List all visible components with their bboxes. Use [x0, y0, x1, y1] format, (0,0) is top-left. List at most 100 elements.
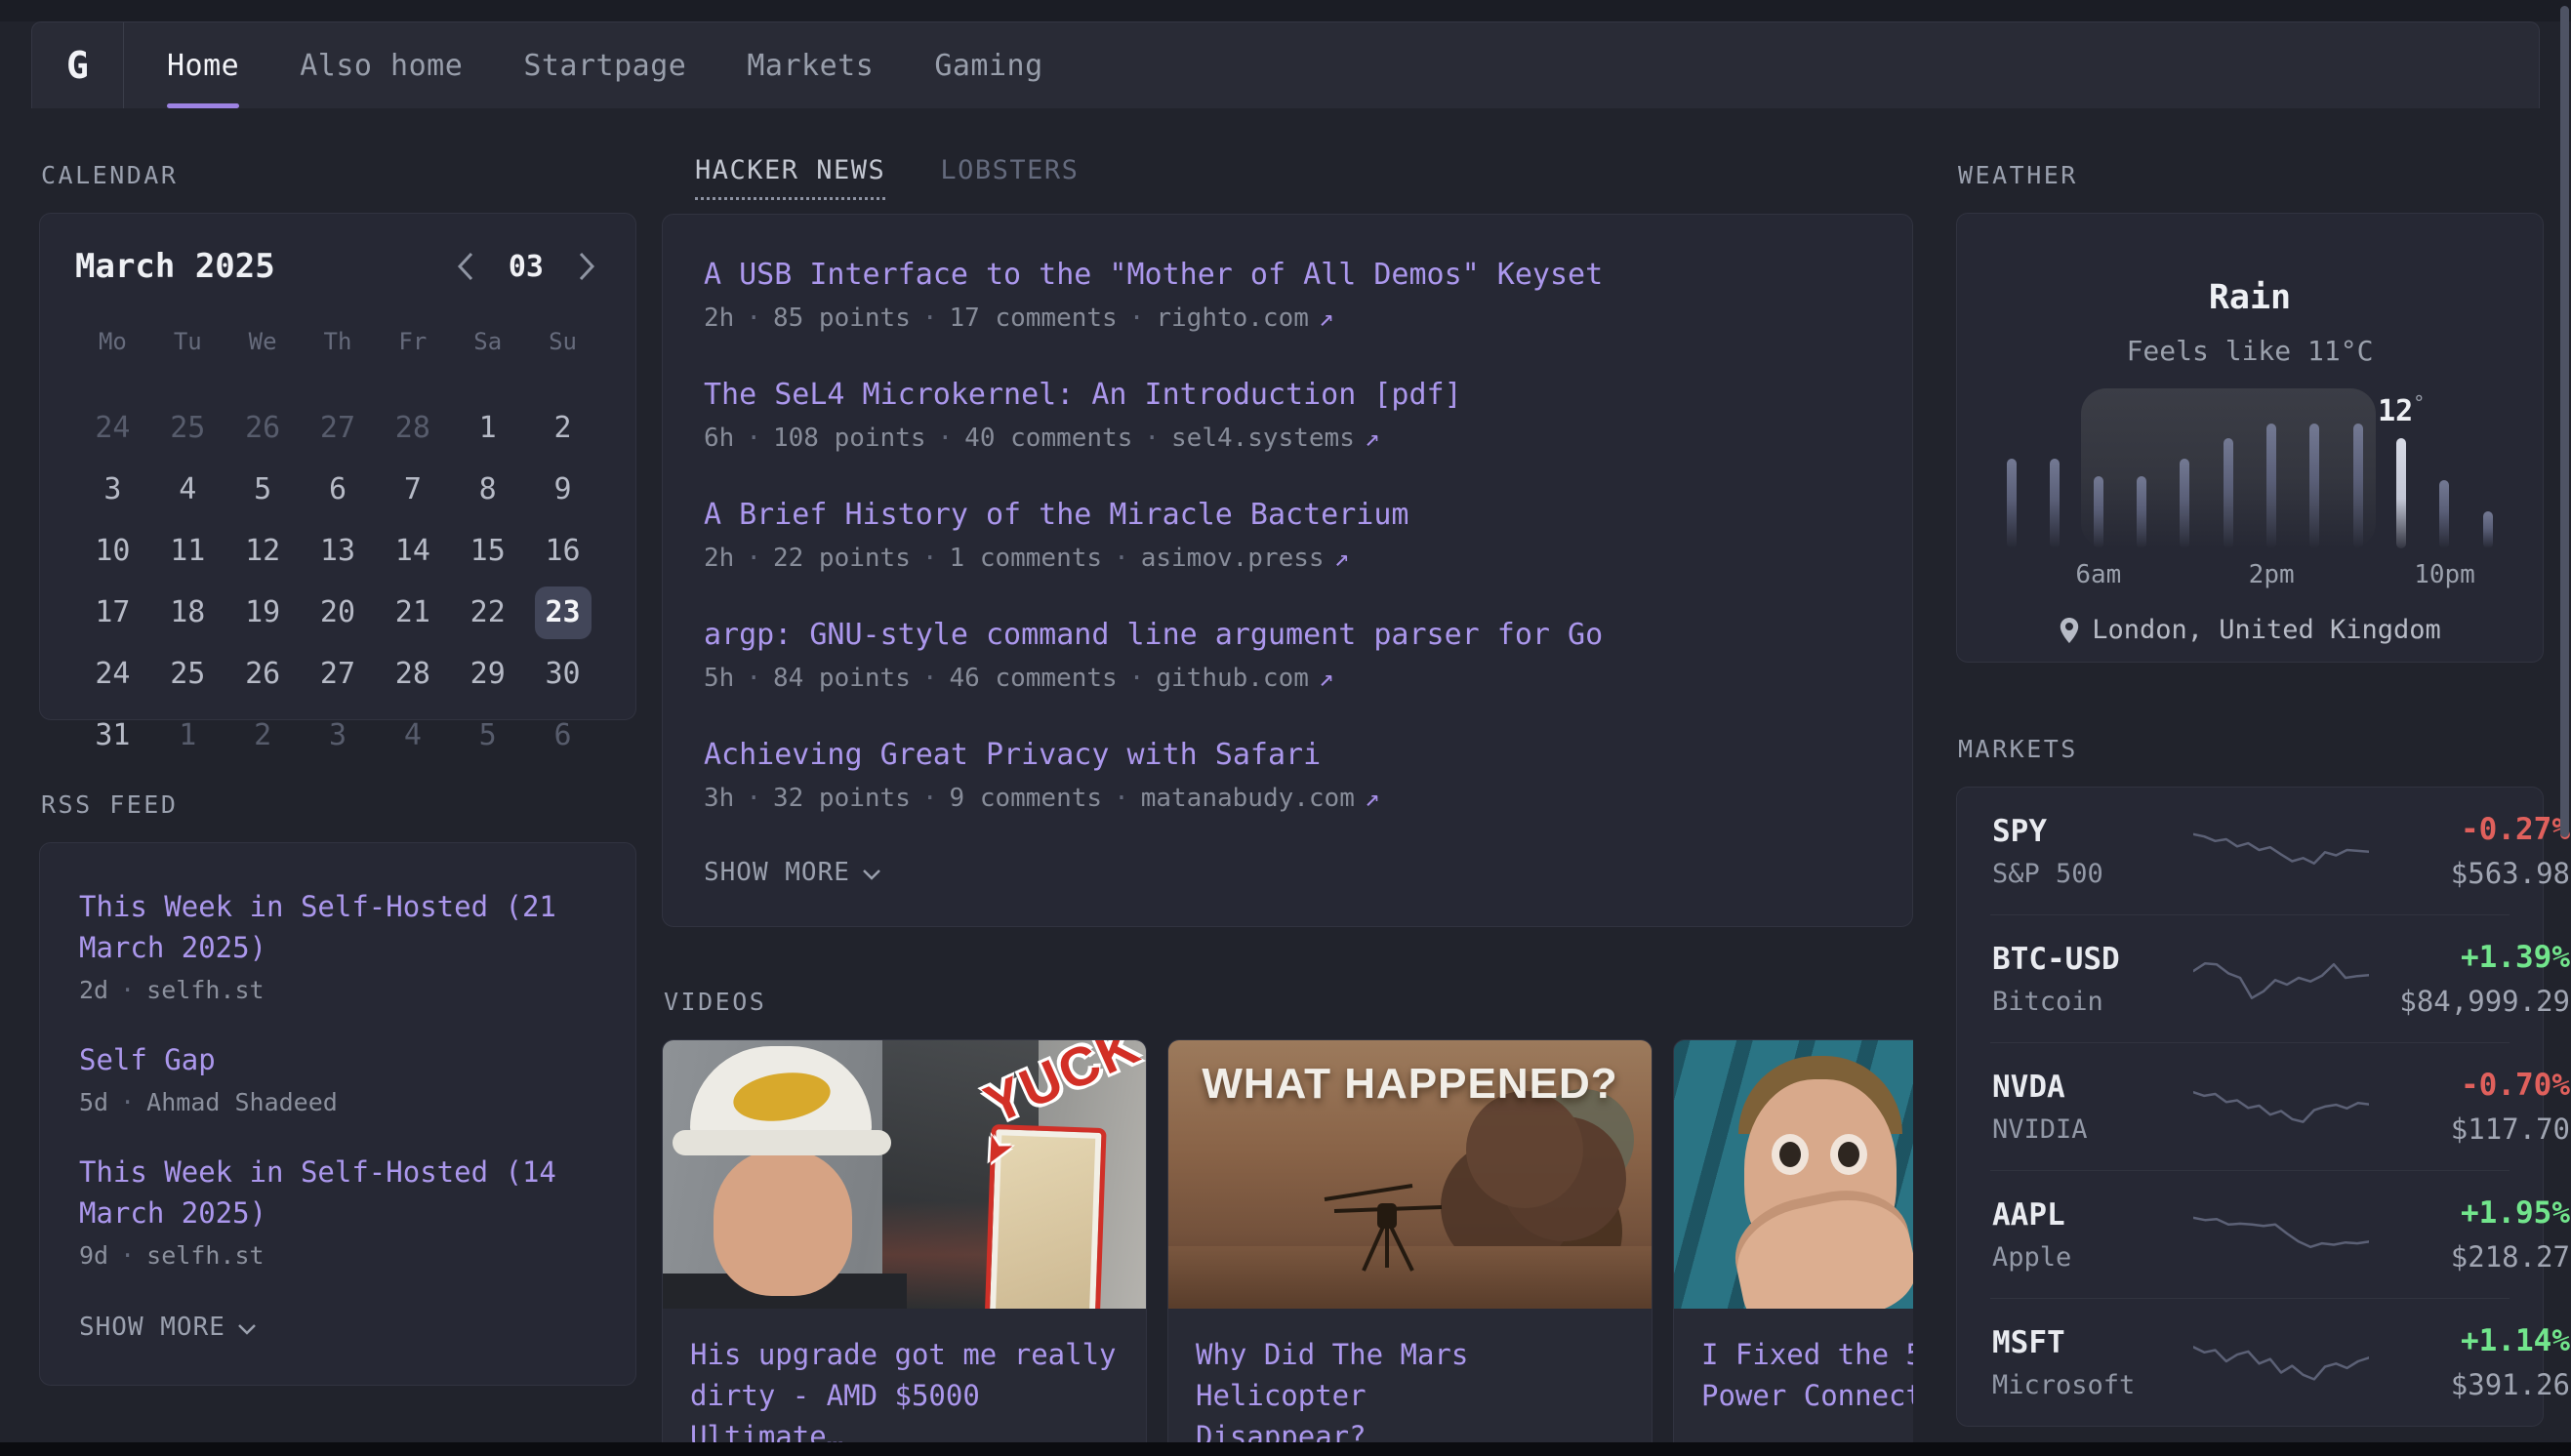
- calendar-day: 29: [450, 643, 525, 705]
- nav-tab[interactable]: Startpage: [523, 22, 686, 108]
- video-thumbnail[interactable]: YUCK➤: [663, 1040, 1146, 1309]
- story-domain[interactable]: asimov.press: [1141, 544, 1325, 573]
- video-title[interactable]: His upgrade got me reallydirty - AMD $50…: [690, 1334, 1119, 1456]
- story-domain[interactable]: righto.com: [1156, 303, 1309, 333]
- rss-widget: This Week in Self-Hosted (21 March 2025)…: [39, 842, 636, 1386]
- calendar-day: 3: [301, 705, 376, 766]
- calendar-next-button[interactable]: [573, 247, 600, 286]
- news-story: A Brief History of the Miracle Bacterium…: [704, 498, 1871, 573]
- video-thumbnail[interactable]: DOTHT: [1674, 1040, 1913, 1309]
- calendar-day: 17: [75, 582, 150, 643]
- calendar-day: 2: [525, 397, 600, 459]
- news-story-title[interactable]: Achieving Great Privacy with Safari: [704, 738, 1871, 772]
- news-source-tab[interactable]: LOBSTERS: [940, 155, 1079, 200]
- market-ticker[interactable]: AAPL: [1992, 1197, 2193, 1233]
- center-column: HACKER NEWS LOBSTERS A USB Interface to t…: [662, 108, 1913, 1456]
- story-comments[interactable]: 46 comments: [950, 664, 1118, 693]
- calendar-day: 5: [450, 705, 525, 766]
- dot-separator: [926, 424, 965, 453]
- video-card[interactable]: YUCK➤ His upgrade got me reallydirty - A…: [662, 1039, 1147, 1456]
- dot-separator: [734, 544, 773, 573]
- market-price: $84,999.29: [2369, 985, 2570, 1018]
- calendar-day: 14: [375, 520, 450, 582]
- weekday-label: Th: [301, 319, 376, 364]
- weekday-label: Su: [525, 319, 600, 364]
- calendar-month-number: 03: [509, 250, 544, 284]
- video-thumbnail[interactable]: WHAT HAPPENED?: [1168, 1040, 1652, 1309]
- hour-bar: [2137, 476, 2146, 548]
- story-comments[interactable]: 17 comments: [950, 303, 1118, 333]
- scrollbar-thumb[interactable]: [2560, 6, 2569, 837]
- dot-separator: [911, 664, 950, 693]
- rss-item-title[interactable]: This Week in Self-Hosted (14 March 2025): [79, 1152, 596, 1234]
- story-comments[interactable]: 40 comments: [964, 424, 1132, 453]
- app-logo[interactable]: G: [32, 22, 124, 108]
- calendar-day-grid: 2425262728123456789101112131415161718192…: [75, 397, 600, 766]
- news-story-title[interactable]: A Brief History of the Miracle Bacterium: [704, 498, 1871, 532]
- calendar-day: 30: [525, 643, 600, 705]
- video-card[interactable]: DOTHT I Fixed the 5Power Connect 3dLinus…: [1673, 1039, 1913, 1456]
- rss-item: Self Gap 5dAhmad Shadeed: [79, 1039, 596, 1116]
- calendar-day: 1: [450, 397, 525, 459]
- external-link-icon: [1325, 544, 1350, 573]
- news-story-title[interactable]: argp: GNU-style command line argument pa…: [704, 618, 1871, 652]
- weekday-label: We: [225, 319, 301, 364]
- video-title[interactable]: Why Did The Mars HelicopterDisappear?: [1196, 1334, 1624, 1456]
- video-card[interactable]: WHAT HAPPENED? Why Did The Mars Helicopt…: [1167, 1039, 1653, 1456]
- story-comments[interactable]: 1 comments: [950, 544, 1103, 573]
- content-columns: CALENDAR March 2025 03 MoTuWeT: [0, 108, 2571, 1456]
- calendar-day: 24: [75, 643, 150, 705]
- story-domain[interactable]: sel4.systems: [1171, 424, 1355, 453]
- nav-tab[interactable]: Home: [167, 22, 239, 108]
- market-ticker[interactable]: BTC-USD: [1992, 942, 2193, 977]
- news-show-more-button[interactable]: SHOW MORE: [704, 858, 881, 887]
- rss-item-age: 5d: [79, 1088, 108, 1116]
- rss-item-title[interactable]: This Week in Self-Hosted (21 March 2025): [79, 886, 596, 968]
- hour-bar: [2439, 480, 2449, 548]
- weather-heading: WEATHER: [1958, 161, 2544, 189]
- story-age: 2h: [704, 544, 734, 573]
- story-comments[interactable]: 9 comments: [950, 784, 1103, 813]
- news-story-title[interactable]: The SeL4 Microkernel: An Introduction [p…: [704, 378, 1871, 412]
- chevron-down-icon: [862, 869, 881, 880]
- market-change: -0.70%: [2369, 1068, 2570, 1103]
- calendar-prev-button[interactable]: [452, 247, 479, 286]
- rss-show-more-button[interactable]: SHOW MORE: [79, 1313, 257, 1342]
- news-story-title[interactable]: A USB Interface to the "Mother of All De…: [704, 258, 1871, 292]
- market-row[interactable]: BTC-USD Bitcoin +1.39% $84,999.29: [1990, 914, 2510, 1042]
- market-row[interactable]: NVDA NVIDIA -0.70% $117.70: [1990, 1042, 2510, 1170]
- market-row[interactable]: AAPL Apple +1.95% $218.27: [1990, 1170, 2510, 1298]
- story-domain[interactable]: github.com: [1156, 664, 1309, 693]
- rss-item-meta: 9dselfh.st: [79, 1241, 596, 1270]
- market-ticker[interactable]: NVDA: [1992, 1070, 2193, 1105]
- calendar-day: 6: [525, 705, 600, 766]
- time-axis-label: 2pm: [2249, 560, 2295, 589]
- story-domain[interactable]: matanabudy.com: [1141, 784, 1355, 813]
- market-price: $391.26: [2369, 1368, 2570, 1401]
- news-source-tab[interactable]: HACKER NEWS: [695, 155, 885, 200]
- market-ticker[interactable]: SPY: [1992, 814, 2193, 849]
- calendar-day: 27: [301, 643, 376, 705]
- calendar-widget: March 2025 03 MoTuWeThFrSaSu: [39, 213, 636, 720]
- nav-tab[interactable]: Also home: [300, 22, 463, 108]
- news-story: Achieving Great Privacy with Safari 3h32…: [704, 738, 1871, 813]
- market-name: NVIDIA: [1992, 1114, 2193, 1145]
- nav-tab[interactable]: Gaming: [934, 22, 1042, 108]
- news-story-meta: 2h85 points17 commentsrighto.com: [704, 303, 1871, 333]
- calendar-day: 6: [301, 459, 376, 520]
- dot-separator: [734, 664, 773, 693]
- hour-bar: [2224, 438, 2233, 548]
- thumb-overlay-text: WHAT HAPPENED?: [1168, 1060, 1652, 1109]
- market-sparkline: [2193, 1077, 2369, 1136]
- calendar-day: 12: [225, 520, 301, 582]
- hour-bar: [2353, 424, 2363, 548]
- calendar-day: 24: [75, 397, 150, 459]
- calendar-day: 18: [150, 582, 225, 643]
- rss-item-title[interactable]: Self Gap: [79, 1039, 596, 1080]
- nav-tab[interactable]: Markets: [747, 22, 874, 108]
- video-title[interactable]: I Fixed the 5Power Connect: [1701, 1334, 1913, 1416]
- market-row[interactable]: SPY S&P 500 -0.27% $563.98: [1990, 788, 2510, 914]
- market-row[interactable]: MSFT Microsoft +1.14% $391.26: [1990, 1298, 2510, 1426]
- market-ticker[interactable]: MSFT: [1992, 1325, 2193, 1360]
- story-age: 6h: [704, 424, 734, 453]
